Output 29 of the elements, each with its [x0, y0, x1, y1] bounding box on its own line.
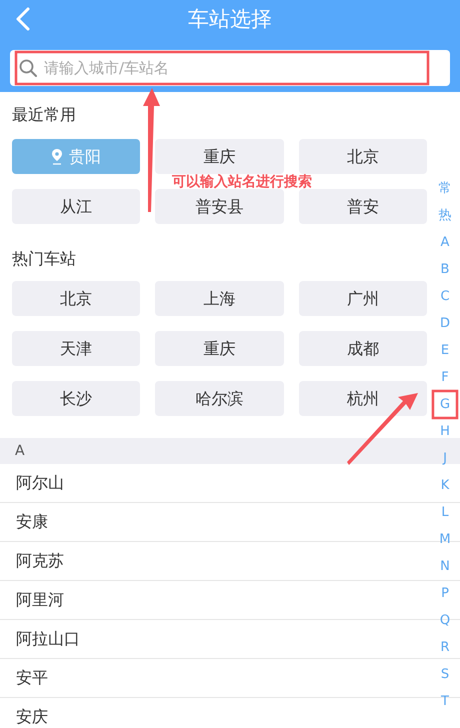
- station-button[interactable]: 重庆: [155, 139, 284, 174]
- station-row[interactable]: 安平: [0, 659, 425, 697]
- section-title: 最近常用: [12, 104, 76, 126]
- station-button[interactable]: 普安县: [155, 189, 284, 224]
- station-button[interactable]: 北京: [299, 139, 427, 174]
- search-icon: [19, 59, 37, 77]
- back-icon: [15, 7, 31, 31]
- station-button[interactable]: 哈尔滨: [155, 381, 284, 416]
- station-button[interactable]: 成都: [299, 331, 427, 366]
- annotation-text: 可以输入站名进行搜索: [172, 174, 312, 190]
- station-row[interactable]: 安庆: [0, 698, 425, 728]
- station-button[interactable]: 长沙: [12, 381, 140, 416]
- station-row[interactable]: 安康: [0, 503, 425, 541]
- station-row[interactable]: 阿里河: [0, 581, 425, 619]
- station-button[interactable]: 北京: [12, 281, 140, 316]
- station-button[interactable]: 普安: [299, 189, 427, 224]
- station-button[interactable]: 上海: [155, 281, 284, 316]
- highlight-frame: [432, 390, 458, 420]
- page-title: 车站选择: [188, 6, 272, 34]
- station-button[interactable]: 杭州: [299, 381, 427, 416]
- station-button[interactable]: 重庆: [155, 331, 284, 366]
- section-title: 热门车站: [12, 248, 76, 270]
- station-button[interactable]: 广州: [299, 281, 427, 316]
- station-row[interactable]: 阿尔山: [0, 464, 425, 502]
- station-row[interactable]: 阿拉山口: [0, 620, 425, 658]
- location-pin-icon: [51, 148, 63, 165]
- station-row[interactable]: 阿克苏: [0, 542, 425, 580]
- station-button[interactable]: 天津: [12, 331, 140, 366]
- station-button[interactable]: 从江: [12, 189, 140, 224]
